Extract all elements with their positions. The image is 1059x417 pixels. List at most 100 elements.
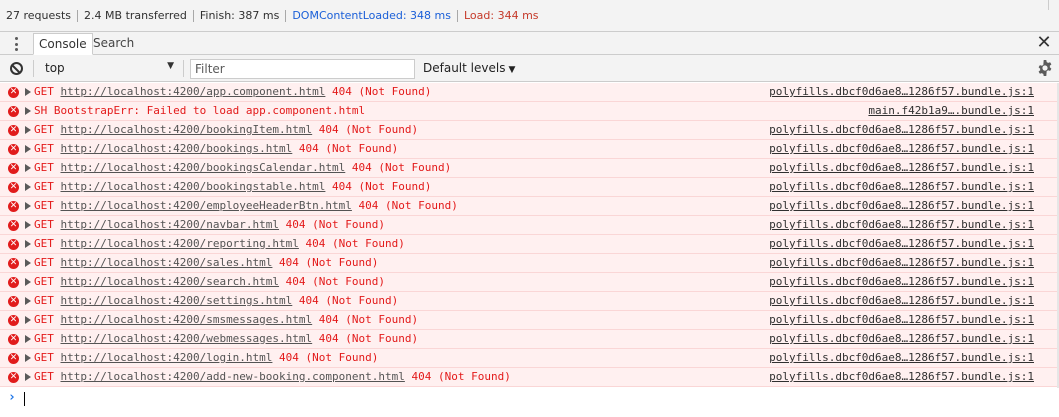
- source-link[interactable]: polyfills.dbcf0d6ae8…1286f57.bundle.js:1: [769, 123, 1034, 136]
- request-url[interactable]: http://localhost:4200/search.html: [61, 275, 280, 288]
- console-error-row[interactable]: ✕ GET http://localhost:4200/smsmessages.…: [0, 311, 1059, 330]
- console-error-row[interactable]: ✕ GET http://localhost:4200/webmessages.…: [0, 330, 1059, 349]
- tab-console[interactable]: Console: [33, 33, 93, 55]
- request-url[interactable]: http://localhost:4200/app.component.html: [61, 85, 326, 98]
- dropdown-triangle-icon: ▼: [508, 65, 516, 75]
- expand-triangle-icon[interactable]: [25, 164, 31, 172]
- console-error-row[interactable]: ✕ GET http://localhost:4200/navbar.html …: [0, 216, 1059, 235]
- expand-triangle-icon[interactable]: [25, 316, 31, 324]
- console-prompt[interactable]: ›: [0, 388, 1059, 410]
- source-link[interactable]: polyfills.dbcf0d6ae8…1286f57.bundle.js:1: [769, 294, 1034, 307]
- close-icon[interactable]: ✕: [1036, 34, 1052, 52]
- console-error-row[interactable]: ✕ GET http://localhost:4200/bookings.htm…: [0, 140, 1059, 159]
- status-text: 404 (Not Found): [318, 313, 419, 326]
- context-selector[interactable]: top ▼: [37, 58, 179, 79]
- error-icon: ✕: [8, 182, 19, 193]
- source-link[interactable]: polyfills.dbcf0d6ae8…1286f57.bundle.js:1: [769, 237, 1034, 250]
- clear-console-icon[interactable]: [10, 62, 23, 75]
- request-url[interactable]: http://localhost:4200/login.html: [61, 351, 273, 364]
- http-method: GET: [34, 275, 54, 288]
- tab-search[interactable]: Search: [88, 33, 139, 55]
- console-error-row[interactable]: ✕ GET http://localhost:4200/login.html 4…: [0, 349, 1059, 368]
- error-icon: ✕: [8, 125, 19, 136]
- request-url[interactable]: http://localhost:4200/smsmessages.html: [61, 313, 313, 326]
- source-link[interactable]: polyfills.dbcf0d6ae8…1286f57.bundle.js:1: [769, 161, 1034, 174]
- console-error-row[interactable]: ✕ GET http://localhost:4200/bookingstabl…: [0, 178, 1059, 197]
- http-method: GET: [34, 199, 54, 212]
- expand-triangle-icon[interactable]: [25, 335, 31, 343]
- console-error-row[interactable]: ✕ GET http://localhost:4200/bookingItem.…: [0, 121, 1059, 140]
- request-url[interactable]: http://localhost:4200/bookingsCalendar.h…: [61, 161, 346, 174]
- request-url[interactable]: http://localhost:4200/settings.html: [61, 294, 293, 307]
- request-url[interactable]: http://localhost:4200/bookingstable.html: [61, 180, 326, 193]
- source-link[interactable]: main.f42b1a9….bundle.js:1: [868, 104, 1034, 117]
- request-url[interactable]: http://localhost:4200/sales.html: [61, 256, 273, 269]
- request-url[interactable]: http://localhost:4200/webmessages.html: [61, 332, 313, 345]
- source-link[interactable]: polyfills.dbcf0d6ae8…1286f57.bundle.js:1: [769, 351, 1034, 364]
- filter-input[interactable]: [190, 59, 415, 79]
- expand-triangle-icon[interactable]: [25, 145, 31, 153]
- source-link[interactable]: polyfills.dbcf0d6ae8…1286f57.bundle.js:1: [769, 142, 1034, 155]
- error-icon: ✕: [8, 87, 19, 98]
- source-link[interactable]: polyfills.dbcf0d6ae8…1286f57.bundle.js:1: [769, 256, 1034, 269]
- status-text: 404 (Not Found): [358, 199, 458, 212]
- expand-triangle-icon[interactable]: [25, 354, 31, 362]
- message-text: GET http://localhost:4200/webmessages.ht…: [34, 332, 418, 345]
- expand-triangle-icon[interactable]: [25, 107, 31, 115]
- http-method: GET: [34, 180, 54, 193]
- console-error-row[interactable]: ✕ GET http://localhost:4200/reporting.ht…: [0, 235, 1059, 254]
- request-url[interactable]: http://localhost:4200/bookingItem.html: [61, 123, 313, 136]
- error-icon: ✕: [8, 296, 19, 307]
- status-text: 404 (Not Found): [285, 218, 386, 231]
- message-text: GET http://localhost:4200/bookingItem.ht…: [34, 123, 418, 136]
- source-link[interactable]: polyfills.dbcf0d6ae8…1286f57.bundle.js:1: [769, 275, 1034, 288]
- log-levels-label: Default levels: [423, 61, 506, 75]
- request-url[interactable]: http://localhost:4200/reporting.html: [61, 237, 299, 250]
- error-icon: ✕: [8, 258, 19, 269]
- error-icon: ✕: [8, 106, 19, 117]
- console-error-row[interactable]: ✕ GET http://localhost:4200/app.componen…: [0, 83, 1059, 102]
- expand-triangle-icon[interactable]: [25, 202, 31, 210]
- expand-triangle-icon[interactable]: [25, 259, 31, 267]
- source-link[interactable]: polyfills.dbcf0d6ae8…1286f57.bundle.js:1: [769, 313, 1034, 326]
- source-link[interactable]: polyfills.dbcf0d6ae8…1286f57.bundle.js:1: [769, 85, 1034, 98]
- expand-triangle-icon[interactable]: [25, 373, 31, 381]
- status-text: 404 (Not Found): [298, 294, 399, 307]
- console-error-row[interactable]: ✕ GET http://localhost:4200/sales.html 4…: [0, 254, 1059, 273]
- source-link[interactable]: polyfills.dbcf0d6ae8…1286f57.bundle.js:1: [769, 218, 1034, 231]
- error-icon: ✕: [8, 144, 19, 155]
- source-link[interactable]: polyfills.dbcf0d6ae8…1286f57.bundle.js:1: [769, 332, 1034, 345]
- console-error-row[interactable]: ✕ GET http://localhost:4200/search.html …: [0, 273, 1059, 292]
- request-url[interactable]: http://localhost:4200/navbar.html: [61, 218, 280, 231]
- request-url[interactable]: http://localhost:4200/bookings.html: [61, 142, 293, 155]
- error-icon: ✕: [8, 372, 19, 383]
- source-link[interactable]: polyfills.dbcf0d6ae8…1286f57.bundle.js:1: [769, 370, 1034, 383]
- expand-triangle-icon[interactable]: [25, 278, 31, 286]
- status-text: 404 (Not Found): [305, 237, 405, 250]
- expand-triangle-icon[interactable]: [25, 297, 31, 305]
- request-url[interactable]: http://localhost:4200/add-new-booking.co…: [61, 370, 405, 383]
- expand-triangle-icon[interactable]: [25, 221, 31, 229]
- log-levels-dropdown[interactable]: Default levels ▼: [423, 61, 515, 75]
- status-text: 404 (Not Found): [318, 332, 419, 345]
- corner-divider: [1048, 0, 1049, 10]
- console-error-row[interactable]: ✕ GET http://localhost:4200/settings.htm…: [0, 292, 1059, 311]
- expand-triangle-icon[interactable]: [25, 88, 31, 96]
- status-text: 404 (Not Found): [279, 256, 379, 269]
- console-error-row[interactable]: ✕ GET http://localhost:4200/bookingsCale…: [0, 159, 1059, 178]
- expand-triangle-icon[interactable]: [25, 126, 31, 134]
- text-caret: [24, 392, 25, 406]
- console-error-row[interactable]: ✕ SH BootstrapErr: Failed to load app.co…: [0, 102, 1059, 121]
- source-link[interactable]: polyfills.dbcf0d6ae8…1286f57.bundle.js:1: [769, 180, 1034, 193]
- status-text: 404 (Not Found): [332, 85, 432, 98]
- kebab-menu-icon[interactable]: [11, 36, 21, 52]
- console-error-row[interactable]: ✕ GET http://localhost:4200/employeeHead…: [0, 197, 1059, 216]
- message-text: GET http://localhost:4200/app.component.…: [34, 85, 431, 98]
- expand-triangle-icon[interactable]: [25, 240, 31, 248]
- source-link[interactable]: polyfills.dbcf0d6ae8…1286f57.bundle.js:1: [769, 199, 1034, 212]
- expand-triangle-icon[interactable]: [25, 183, 31, 191]
- status-text: 404 (Not Found): [411, 370, 511, 383]
- request-url[interactable]: http://localhost:4200/employeeHeaderBtn.…: [61, 199, 352, 212]
- console-error-row[interactable]: ✕ GET http://localhost:4200/add-new-book…: [0, 368, 1059, 387]
- gear-icon[interactable]: [1037, 60, 1053, 76]
